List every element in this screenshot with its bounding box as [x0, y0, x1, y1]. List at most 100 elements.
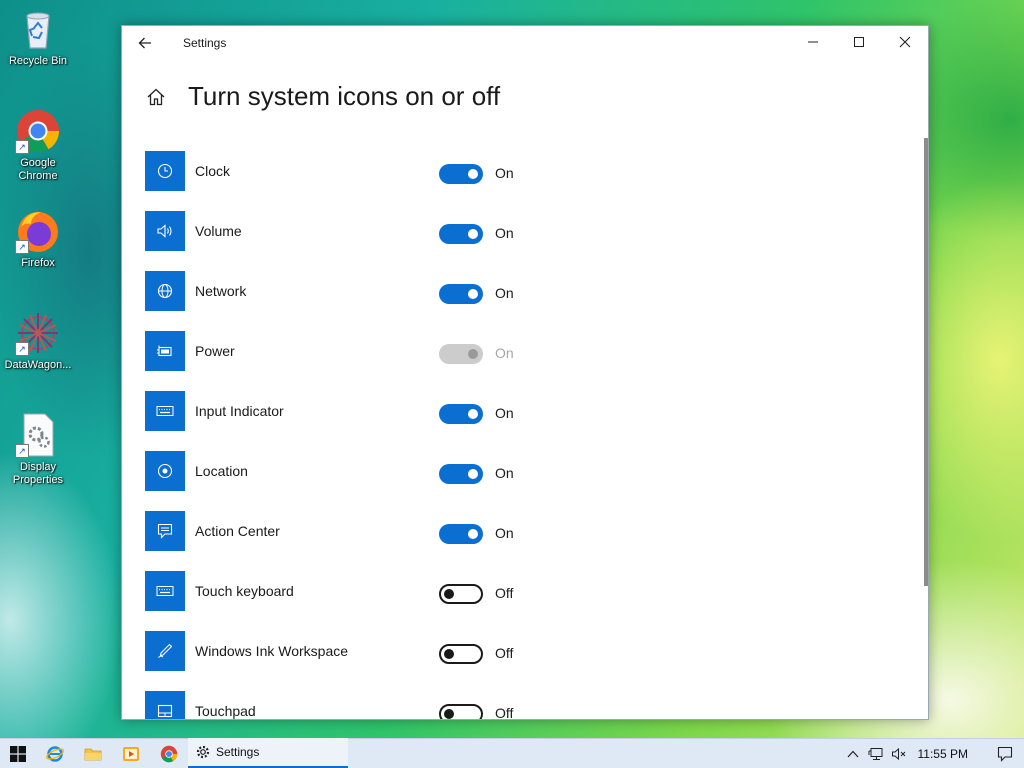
toggle-knob	[468, 229, 478, 239]
datawagon-icon: ↗	[15, 310, 61, 356]
shortcut-arrow-icon: ↗	[15, 444, 29, 458]
clock-icon	[145, 151, 185, 191]
home-icon[interactable]	[146, 87, 166, 107]
taskbar-internet-explorer[interactable]	[36, 739, 74, 768]
desktop-icon-label: Display Properties	[12, 461, 64, 486]
show-hidden-icons-button[interactable]	[842, 739, 864, 768]
toggle-state-label: Off	[495, 645, 514, 661]
desktop-icon-firefox[interactable]: ↗ Firefox	[0, 208, 76, 270]
power-toggle	[439, 344, 483, 364]
chrome-icon: ↗	[15, 108, 61, 154]
back-arrow-icon	[138, 37, 151, 49]
taskbar-clock[interactable]: 11:55 PM	[918, 747, 968, 761]
windows-logo-icon	[10, 745, 26, 762]
document-gear-icon: ↗	[15, 412, 61, 458]
setting-row-input-indicator: Input Indicator On	[145, 391, 905, 451]
tray-network[interactable]	[864, 739, 888, 768]
back-button[interactable]	[130, 30, 160, 56]
media-player-icon	[123, 746, 139, 761]
setting-label: Touchpad	[195, 703, 256, 719]
setting-row-power: Power On	[145, 331, 905, 391]
start-button[interactable]	[0, 739, 36, 768]
action-center-icon	[145, 511, 185, 551]
setting-label: Action Center	[195, 523, 280, 539]
toggle-state-label: On	[495, 345, 514, 361]
toggle-knob	[468, 289, 478, 299]
toggle-state-label: On	[495, 285, 514, 301]
network-toggle[interactable]	[439, 284, 483, 304]
desktop-icon-label: DataWagon...	[4, 359, 72, 371]
desktop: Recycle Bin ↗ Google Chrome ↗ Firefox ↗ …	[0, 0, 1024, 768]
firefox-icon: ↗	[15, 208, 61, 254]
action-center-toggle[interactable]	[439, 524, 483, 544]
location-icon	[145, 451, 185, 491]
battery-icon	[145, 331, 185, 371]
desktop-icon-label: Firefox	[21, 257, 55, 269]
desktop-icon-display-properties[interactable]: ↗ Display Properties	[0, 412, 76, 487]
scrollbar[interactable]	[924, 138, 928, 586]
setting-row-touchpad: Touchpad Off	[145, 691, 905, 720]
title-bar[interactable]: Settings	[122, 26, 928, 60]
tray-volume[interactable]	[888, 739, 910, 768]
shortcut-arrow-icon: ↗	[15, 342, 29, 356]
notification-icon	[997, 746, 1013, 762]
toggle-knob	[468, 469, 478, 479]
gear-icon	[196, 745, 210, 759]
taskbar-settings-app[interactable]: Settings	[188, 738, 348, 768]
minimize-button[interactable]	[790, 26, 836, 58]
toggle-state-label: Off	[495, 705, 514, 720]
setting-row-action-center: Action Center On	[145, 511, 905, 571]
toggle-knob	[444, 589, 454, 599]
taskbar-settings-label: Settings	[216, 745, 260, 759]
close-button[interactable]	[882, 26, 928, 58]
taskbar-file-explorer[interactable]	[74, 739, 112, 768]
setting-label: Location	[195, 463, 248, 479]
maximize-icon	[854, 37, 864, 47]
action-center-button[interactable]	[986, 739, 1024, 768]
toggle-state-label: Off	[495, 585, 514, 601]
volume-muted-icon	[891, 747, 905, 761]
setting-row-clock: Clock On	[145, 151, 905, 211]
touchpad-toggle[interactable]	[439, 704, 483, 719]
page-heading: Turn system icons on or off	[146, 81, 500, 112]
setting-row-volume: Volume On	[145, 211, 905, 271]
touch-keyboard-toggle[interactable]	[439, 584, 483, 604]
shortcut-arrow-icon: ↗	[15, 240, 29, 254]
internet-explorer-icon	[46, 745, 64, 762]
keyboard-icon	[145, 571, 185, 611]
desktop-icon-recycle-bin[interactable]: Recycle Bin	[0, 6, 76, 68]
setting-row-network: Network On	[145, 271, 905, 331]
chevron-up-icon	[847, 750, 858, 758]
pen-icon	[145, 631, 185, 671]
input-indicator-toggle[interactable]	[439, 404, 483, 424]
taskbar-chrome[interactable]	[150, 739, 188, 768]
page-title: Turn system icons on or off	[188, 81, 501, 111]
close-icon	[899, 36, 911, 48]
setting-row-touch-keyboard: Touch keyboard Off	[145, 571, 905, 631]
network-icon	[868, 748, 883, 760]
touchpad-icon	[145, 691, 185, 719]
windows-ink-workspace-toggle[interactable]	[439, 644, 483, 664]
location-toggle[interactable]	[439, 464, 483, 484]
volume-icon	[145, 211, 185, 251]
window-title: Settings	[183, 36, 227, 50]
taskbar: Settings 11:55 PM	[0, 738, 1024, 768]
folder-icon	[84, 748, 102, 760]
recycle-bin-icon	[15, 6, 61, 52]
setting-label: Volume	[195, 223, 242, 239]
maximize-button[interactable]	[836, 26, 882, 58]
settings-window: Settings Turn system icons on or off Clo…	[121, 25, 929, 720]
taskbar-media-player[interactable]	[112, 739, 150, 768]
toggle-knob	[468, 169, 478, 179]
toggle-state-label: On	[495, 465, 514, 481]
toggle-knob	[444, 649, 454, 659]
clock-toggle[interactable]	[439, 164, 483, 184]
toggle-state-label: On	[495, 525, 514, 541]
toggle-knob	[468, 349, 478, 359]
volume-toggle[interactable]	[439, 224, 483, 244]
desktop-icon-datawagon[interactable]: ↗ DataWagon...	[0, 310, 76, 372]
setting-row-location: Location On	[145, 451, 905, 511]
setting-label: Clock	[195, 163, 231, 179]
system-icons-list: Clock On Volume On Network On Power On I…	[145, 151, 905, 720]
desktop-icon-google-chrome[interactable]: ↗ Google Chrome	[0, 108, 76, 183]
